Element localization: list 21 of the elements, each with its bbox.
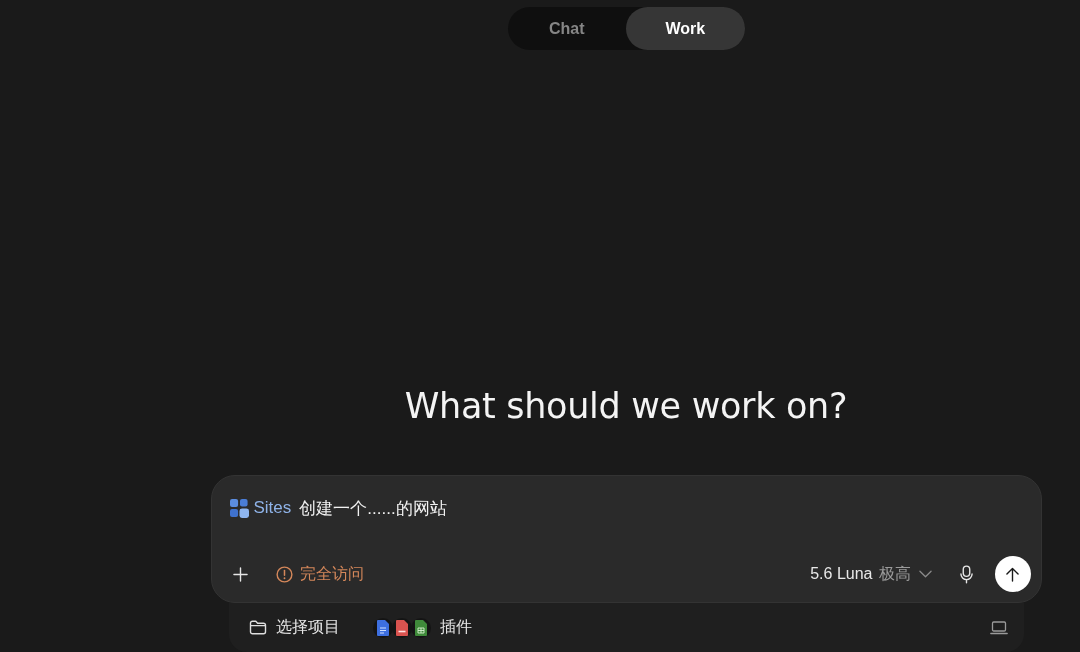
arrow-up-icon: [1006, 566, 1019, 582]
prompt-input[interactable]: 创建一个......的网站: [299, 496, 1031, 520]
folder-icon: [248, 620, 267, 635]
mode-tab[interactable]: Work: [626, 7, 745, 50]
chevron-down-icon: [918, 570, 932, 578]
access-button[interactable]: 完全访问: [275, 563, 364, 585]
document-icon: [372, 616, 393, 639]
sites-chip[interactable]: Sites: [229, 498, 292, 518]
file-icon: [391, 616, 412, 639]
mode-tab[interactable]: Chat: [507, 7, 626, 50]
add-icon[interactable]: [232, 566, 248, 582]
microphone-icon[interactable]: [959, 564, 973, 584]
page-heading: What should we work on?: [404, 385, 848, 428]
tiles-icon: [229, 498, 249, 518]
project-button[interactable]: 选择项目: [248, 617, 340, 638]
plugins-button[interactable]: 插件: [372, 616, 472, 639]
warning-icon: [275, 565, 293, 583]
model-selector[interactable]: 5.6 Luna 极高: [810, 563, 932, 585]
send-button[interactable]: [994, 556, 1031, 592]
laptop-icon[interactable]: [989, 620, 1008, 635]
spreadsheet-icon: [410, 616, 431, 639]
